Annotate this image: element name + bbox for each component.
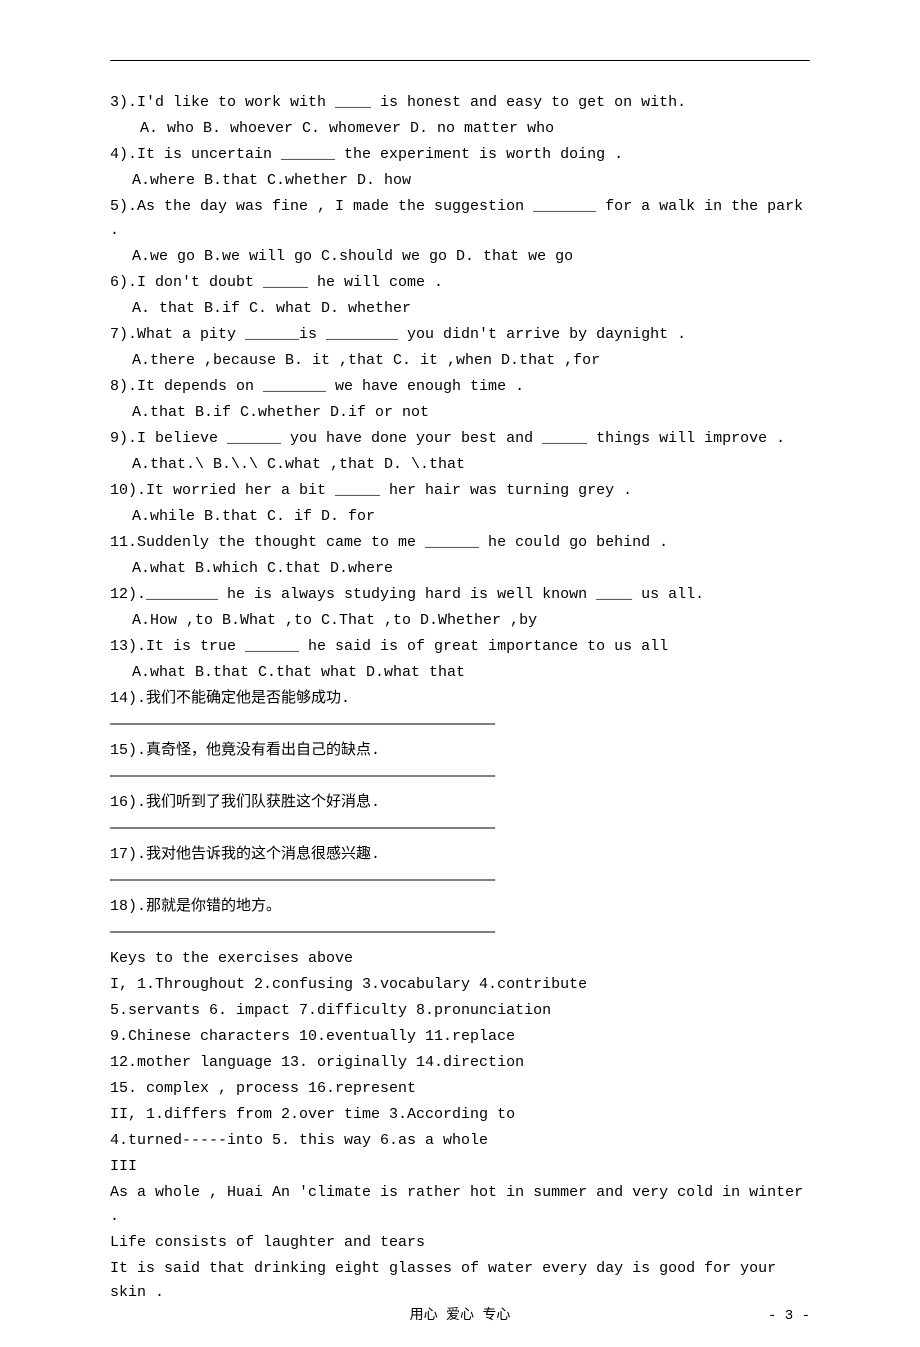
question-11-options: A.what B.which C.that D.where [110, 557, 810, 581]
answer-line-17: ————————————————————————————————————————… [110, 869, 810, 893]
question-4: 4).It is uncertain ______ the experiment… [110, 143, 810, 167]
question-12: 12).________ he is always studying hard … [110, 583, 810, 607]
question-9-options: A.that.\ B.\.\ C.what ,that D. \.that [110, 453, 810, 477]
answers-header: Keys to the exercises above [110, 947, 810, 971]
answers-I-line3: 9.Chinese characters 10.eventually 11.re… [110, 1025, 810, 1049]
answers-III-line2: Life consists of laughter and tears [110, 1231, 810, 1255]
question-13: 13).It is true ______ he said is of grea… [110, 635, 810, 659]
answers-II-line1: II, 1.differs from 2.over time 3.Accordi… [110, 1103, 810, 1127]
answers-I-line5: 15. complex , process 16.represent [110, 1077, 810, 1101]
question-3: 3).I'd like to work with ____ is honest … [110, 91, 810, 115]
page-number: - 3 - [768, 1305, 810, 1327]
question-10: 10).It worried her a bit _____ her hair … [110, 479, 810, 503]
question-18: 18).那就是你错的地方。 [110, 895, 810, 919]
question-3-options: A. who B. whoever C. whomever D. no matt… [110, 117, 810, 141]
question-7: 7).What a pity ______is ________ you did… [110, 323, 810, 347]
question-6-options: A. that B.if C. what D. whether [110, 297, 810, 321]
question-12-options: A.How ,to B.What ,to C.That ,to D.Whethe… [110, 609, 810, 633]
document-page: 3).I'd like to work with ____ is honest … [0, 0, 920, 1347]
answers-I-line1: I, 1.Throughout 2.confusing 3.vocabulary… [110, 973, 810, 997]
question-6: 6).I don't doubt _____ he will come . [110, 271, 810, 295]
question-16: 16).我们听到了我们队获胜这个好消息. [110, 791, 810, 815]
question-5-options: A.we go B.we will go C.should we go D. t… [110, 245, 810, 269]
question-5: 5).As the day was fine , I made the sugg… [110, 195, 810, 243]
answers-III-line1: As a whole , Huai An 'climate is rather … [110, 1181, 810, 1229]
footer-center-text: 用心 爱心 专心 [410, 1308, 511, 1324]
answer-line-18: ————————————————————————————————————————… [110, 921, 810, 945]
answers-I-line2: 5.servants 6. impact 7.difficulty 8.pron… [110, 999, 810, 1023]
answers-I-line4: 12.mother language 13. originally 14.dir… [110, 1051, 810, 1075]
answers-III-line3: It is said that drinking eight glasses o… [110, 1257, 810, 1305]
question-8: 8).It depends on _______ we have enough … [110, 375, 810, 399]
answers-III-header: III [110, 1155, 810, 1179]
top-rule [110, 60, 810, 61]
question-17: 17).我对他告诉我的这个消息很感兴趣. [110, 843, 810, 867]
question-11: 11.Suddenly the thought came to me _____… [110, 531, 810, 555]
answers-II-line2: 4.turned-----into 5. this way 6.as a who… [110, 1129, 810, 1153]
question-15: 15).真奇怪，他竟没有看出自己的缺点. [110, 739, 810, 763]
question-7-options: A.there ,because B. it ,that C. it ,when… [110, 349, 810, 373]
question-13-options: A.what B.that C.that what D.what that [110, 661, 810, 685]
answer-line-16: ————————————————————————————————————————… [110, 817, 810, 841]
question-9: 9).I believe ______ you have done your b… [110, 427, 810, 451]
question-14: 14).我们不能确定他是否能够成功. [110, 687, 810, 711]
question-4-options: A.where B.that C.whether D. how [110, 169, 810, 193]
question-8-options: A.that B.if C.whether D.if or not [110, 401, 810, 425]
question-10-options: A.while B.that C. if D. for [110, 505, 810, 529]
answer-line-14: ————————————————————————————————————————… [110, 713, 810, 737]
page-footer: 用心 爱心 专心 - 3 - [0, 1305, 920, 1327]
answer-line-15: ————————————————————————————————————————… [110, 765, 810, 789]
